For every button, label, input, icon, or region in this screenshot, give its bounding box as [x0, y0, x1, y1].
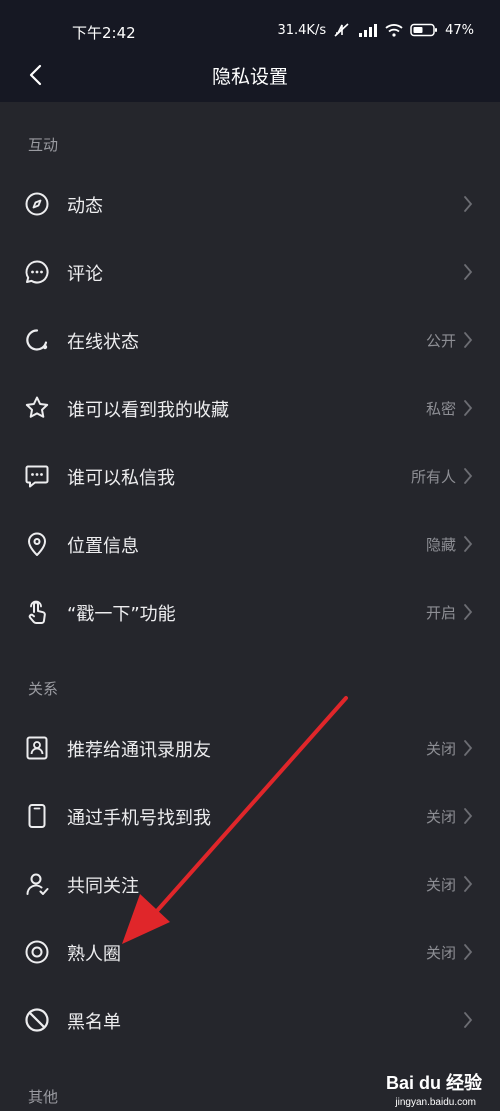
chevron-right-icon: [463, 466, 475, 486]
nav-bar: 隐私设置: [0, 48, 500, 102]
settings-item-feed[interactable]: 动态: [0, 170, 500, 238]
settings-item-value: 公开: [425, 332, 456, 350]
baidu-logo-text: Bai du 经验: [385, 1073, 482, 1093]
section-header-other: 其他: [28, 1088, 59, 1106]
status-icons: 31.4K/s 47%: [277, 22, 474, 38]
settings-item-label: 谁可以私信我: [67, 468, 175, 489]
chevron-right-icon: [463, 262, 475, 282]
chevron-right-icon: [463, 1010, 475, 1030]
settings-item-recommend-contacts[interactable]: 推荐给通讯录朋友 关闭: [0, 714, 500, 782]
chevron-right-icon: [463, 602, 475, 622]
signal-icon: [358, 23, 378, 37]
chevron-right-icon: [463, 194, 475, 214]
message-icon: [24, 463, 50, 489]
settings-item-value: 所有人: [410, 468, 456, 486]
settings-item-blacklist[interactable]: 黑名单: [0, 986, 500, 1054]
status-time: 下午2:42: [72, 24, 136, 42]
contact-card-icon: [24, 735, 50, 761]
chevron-right-icon: [463, 806, 475, 826]
online-status-icon: [24, 327, 50, 353]
user-icon: [24, 871, 50, 897]
settings-item-value: 关闭: [425, 740, 456, 758]
settings-item-online-status[interactable]: 在线状态 公开: [0, 306, 500, 374]
settings-list: 互动 动态 评论 在线状态 公开 谁可以看到我的收藏 私密 谁可以私信我 所有人…: [0, 102, 500, 1111]
chevron-right-icon: [463, 874, 475, 894]
chevron-right-icon: [463, 398, 475, 418]
mute-icon: [333, 22, 351, 38]
chevron-right-icon: [463, 942, 475, 962]
settings-item-comments[interactable]: 评论: [0, 238, 500, 306]
settings-item-label: 黑名单: [67, 1012, 121, 1033]
network-speed: 31.4K/s: [277, 22, 327, 38]
settings-item-label: 位置信息: [67, 536, 139, 557]
location-icon: [24, 531, 50, 557]
settings-item-label: 动态: [67, 196, 103, 217]
poke-icon: [24, 599, 50, 625]
comment-icon: [24, 259, 50, 285]
section-header-interaction: 互动: [28, 136, 59, 154]
settings-item-label: 评论: [67, 264, 103, 285]
compass-icon: [24, 191, 50, 217]
settings-item-acquaintance-circle[interactable]: 熟人圈 关闭: [0, 918, 500, 986]
settings-item-value: 关闭: [425, 944, 456, 962]
settings-item-poke[interactable]: “戳一下”功能 开启: [0, 578, 500, 646]
settings-item-find-by-phone[interactable]: 通过手机号找到我 关闭: [0, 782, 500, 850]
settings-item-label: “戳一下”功能: [67, 604, 176, 625]
settings-item-direct-message[interactable]: 谁可以私信我 所有人: [0, 442, 500, 510]
settings-item-label: 共同关注: [67, 876, 139, 897]
settings-item-label: 在线状态: [67, 332, 139, 353]
block-icon: [24, 1007, 50, 1033]
chevron-right-icon: [463, 534, 475, 554]
battery-level: 47%: [445, 22, 474, 38]
settings-item-value: 隐藏: [425, 536, 456, 554]
settings-item-label: 推荐给通讯录朋友: [67, 740, 211, 761]
settings-item-location[interactable]: 位置信息 隐藏: [0, 510, 500, 578]
settings-item-label: 熟人圈: [67, 944, 121, 965]
phone-icon: [24, 803, 50, 829]
status-bar: 下午2:42 31.4K/s 47%: [0, 0, 500, 48]
settings-item-mutual-follow[interactable]: 共同关注 关闭: [0, 850, 500, 918]
settings-item-favorites-visibility[interactable]: 谁可以看到我的收藏 私密: [0, 374, 500, 442]
star-icon: [24, 395, 50, 421]
battery-icon: [410, 23, 438, 37]
wifi-icon: [385, 23, 403, 37]
section-header-relations: 关系: [28, 680, 59, 698]
settings-item-value: 关闭: [425, 808, 456, 826]
settings-item-value: 关闭: [425, 876, 456, 894]
chevron-right-icon: [463, 738, 475, 758]
settings-item-value: 开启: [425, 604, 456, 622]
page-title: 隐私设置: [211, 66, 288, 88]
watermark-url: jingyan.baidu.com: [395, 1097, 476, 1108]
settings-item-value: 私密: [425, 400, 456, 418]
settings-item-label: 通过手机号找到我: [67, 808, 211, 829]
chevron-right-icon: [463, 330, 475, 350]
settings-item-label: 谁可以看到我的收藏: [67, 400, 229, 421]
baidu-jingyan-watermark: Bai du 经验: [386, 1069, 482, 1095]
circle-icon: [24, 939, 50, 965]
